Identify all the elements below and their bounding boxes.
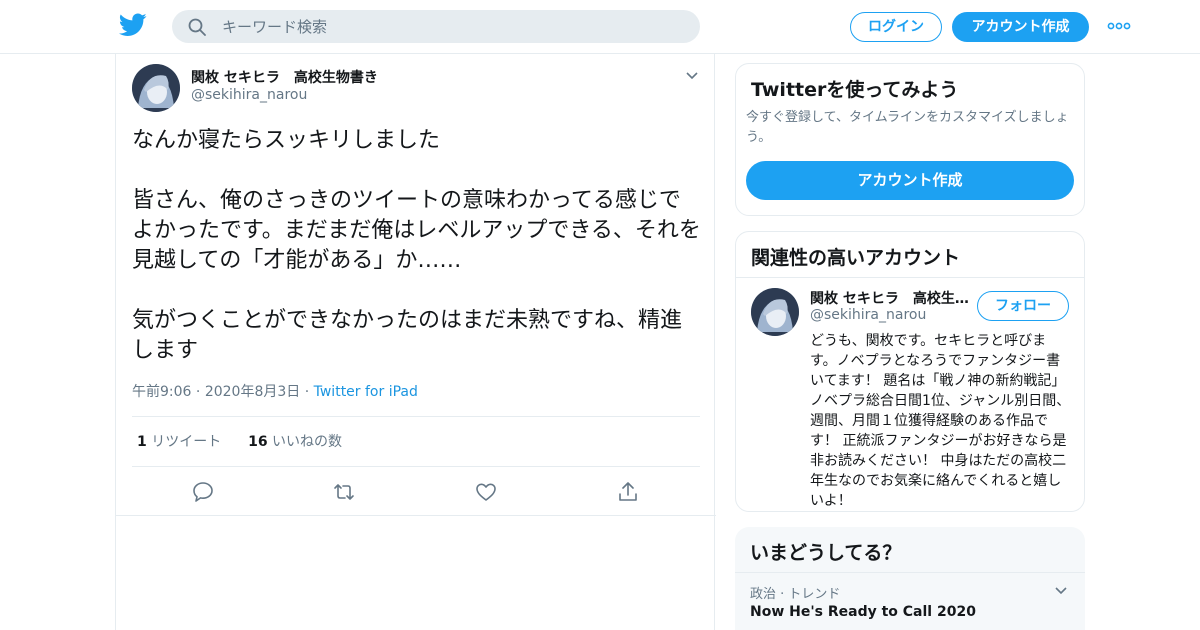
account-name[interactable]: 関枚 セキヒラ 高校生物書き bbox=[810, 288, 970, 308]
account-bio: どうも、関枚です。セキヒラと呼びます。ノベプラとなろうでファンタジー書いてます！… bbox=[810, 333, 1071, 509]
search-box[interactable] bbox=[172, 10, 700, 43]
tweet-actions bbox=[116, 478, 716, 506]
tweet-column: 関枚 セキヒラ 高校生物書き @sekihira_narou なんか寝たらスッキ… bbox=[115, 54, 716, 630]
like-icon[interactable] bbox=[474, 480, 498, 504]
twitter-logo-icon[interactable] bbox=[119, 13, 147, 37]
share-icon[interactable] bbox=[616, 480, 640, 504]
retweet-count: 1 bbox=[137, 434, 147, 450]
trends-card: いまどうしてる？ 政治 · トレンド Now He's Ready to Cal… bbox=[735, 527, 1085, 630]
card-title: Twitterを使ってみよう bbox=[751, 79, 959, 101]
login-button[interactable]: ログイン bbox=[850, 12, 942, 42]
search-icon bbox=[188, 18, 206, 36]
reply-icon[interactable] bbox=[191, 480, 215, 504]
avatar[interactable] bbox=[132, 64, 180, 112]
signup-button[interactable]: アカウント作成 bbox=[952, 12, 1089, 42]
tweet-source[interactable]: Twitter for iPad bbox=[314, 384, 418, 400]
tweet-text: なんか寝たらスッキリしました 皆さん、俺のさっきのツイートの意味わかってる感じで… bbox=[132, 128, 701, 363]
author-handle[interactable]: @sekihira_narou bbox=[191, 87, 307, 103]
try-twitter-card: Twitterを使ってみよう 今すぐ登録して、タイムラインをカスタマイズしましょ… bbox=[735, 63, 1085, 216]
divider bbox=[736, 277, 1084, 278]
trend-category: 政治 · トレンド bbox=[750, 587, 841, 602]
meta-separator: · bbox=[195, 384, 205, 400]
like-stat[interactable]: 16 いいねの数 bbox=[248, 434, 342, 450]
chevron-down-icon[interactable] bbox=[1054, 586, 1068, 596]
tweet-stats: 1 リツイート 16 いいねの数 bbox=[137, 431, 342, 451]
like-count: 16 bbox=[248, 434, 268, 450]
divider bbox=[735, 572, 1085, 573]
follow-button[interactable]: フォロー bbox=[977, 291, 1069, 321]
more-icon[interactable] bbox=[1107, 18, 1131, 34]
card-description: 今すぐ登録して、タイムラインをカスタマイズしましょう。 bbox=[746, 110, 1069, 145]
card-title: いまどうしてる？ bbox=[750, 542, 902, 564]
account-handle[interactable]: @sekihira_narou bbox=[810, 307, 926, 323]
author-name[interactable]: 関枚 セキヒラ 高校生物書き bbox=[191, 67, 378, 87]
retweet-stat[interactable]: 1 リツイート bbox=[137, 434, 221, 450]
avatar[interactable] bbox=[751, 288, 799, 336]
tweet-date[interactable]: 2020年8月3日 bbox=[205, 384, 300, 400]
retweet-label: リツイート bbox=[151, 434, 222, 450]
divider bbox=[132, 416, 700, 417]
retweet-icon[interactable] bbox=[332, 480, 356, 504]
tweet-time[interactable]: 午前9:06 bbox=[132, 384, 191, 400]
top-bar: ログイン アカウント作成 bbox=[0, 0, 1200, 54]
meta-separator: · bbox=[304, 384, 314, 400]
trend-name[interactable]: Now He's Ready to Call 2020 bbox=[750, 604, 976, 620]
avatar-image bbox=[132, 64, 180, 112]
tweet-meta: 午前9:06 · 2020年8月3日 · Twitter for iPad bbox=[132, 381, 418, 401]
avatar-image bbox=[751, 288, 799, 336]
search-input[interactable] bbox=[222, 10, 682, 43]
signup-button[interactable]: アカウント作成 bbox=[746, 161, 1074, 200]
divider bbox=[132, 466, 700, 467]
chevron-down-icon[interactable] bbox=[684, 70, 700, 82]
card-title: 関連性の高いアカウント bbox=[751, 247, 961, 269]
related-accounts-card: 関連性の高いアカウント 関枚 セキヒラ 高校生物書き @sekihira_nar… bbox=[735, 231, 1085, 512]
like-label: いいねの数 bbox=[272, 434, 343, 450]
divider bbox=[116, 515, 716, 516]
